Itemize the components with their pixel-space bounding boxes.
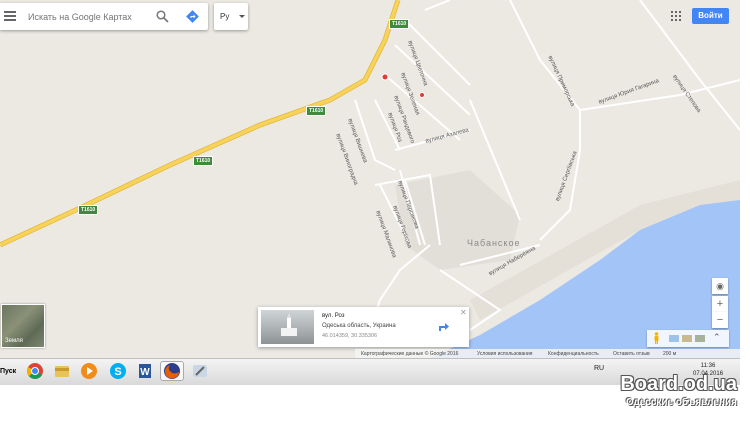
explorer-icon[interactable] xyxy=(52,361,72,381)
firefox-taskbar-item[interactable] xyxy=(160,361,184,381)
privacy-link[interactable]: Конфиденциальность xyxy=(548,351,599,357)
map-base-layer xyxy=(0,0,740,358)
feedback-link[interactable]: Оставить отзыв xyxy=(613,351,650,357)
map-footer: Картографические данные © Google 2016 Ус… xyxy=(355,349,740,358)
photo-thumb[interactable] xyxy=(669,335,679,342)
earth-toggle-label: Земля xyxy=(5,338,23,344)
menu-icon[interactable] xyxy=(4,11,16,21)
watermark-caption: Одесские объявления xyxy=(625,397,737,408)
search-icon[interactable] xyxy=(156,10,169,23)
language-button-label: Ру xyxy=(220,12,230,21)
photo-thumb[interactable] xyxy=(682,335,692,342)
map-pin-2 xyxy=(419,92,425,98)
highway xyxy=(0,0,400,247)
directions-icon[interactable] xyxy=(185,9,200,24)
village-label: Чабанское xyxy=(467,238,521,248)
skype-icon[interactable]: S xyxy=(108,361,128,381)
media-player-icon[interactable] xyxy=(79,361,99,381)
place-title: вул. Роз xyxy=(322,313,345,319)
map-canvas[interactable]: T1610 T1610 T1610 T1610 Чабанское вулиця… xyxy=(0,0,740,358)
place-coords: 46.014359, 30.335306 xyxy=(322,333,378,339)
place-info-card[interactable]: вул. Роз Одеська область, Украина 46.014… xyxy=(258,307,469,347)
clock-time: 11:36 xyxy=(700,363,716,369)
terms-link[interactable]: Условия использования xyxy=(477,351,533,357)
keyboard-language[interactable]: RU xyxy=(594,365,604,372)
place-photo[interactable] xyxy=(261,310,314,344)
start-button[interactable]: Пуск xyxy=(0,363,18,381)
photo-thumb[interactable] xyxy=(695,335,705,342)
route-icon[interactable] xyxy=(436,318,452,334)
word-icon[interactable]: W xyxy=(135,361,155,381)
language-button[interactable]: Ру xyxy=(214,3,248,30)
zoom-in-button[interactable]: + xyxy=(712,296,728,312)
street-view-panel: ⌃ xyxy=(647,330,729,347)
close-icon[interactable]: ✕ xyxy=(460,308,467,317)
watermark: Board.od.ua Одесские объявления xyxy=(597,373,739,411)
watermark-site: Board.od.ua xyxy=(620,373,737,395)
road-shield: T1610 xyxy=(306,106,327,116)
chevron-down-icon xyxy=(239,15,245,18)
earth-view-toggle[interactable]: Земля xyxy=(1,304,45,348)
road-shield: T1610 xyxy=(193,156,214,166)
road-shield: T1610 xyxy=(78,205,99,215)
tools-icon[interactable] xyxy=(190,361,210,381)
my-location-icon[interactable]: ◉ xyxy=(712,278,728,294)
map-pin-1 xyxy=(381,73,389,81)
search-box xyxy=(0,3,208,30)
apps-grid-icon[interactable] xyxy=(671,11,681,21)
map-data-label: Картографические данные © Google 2016 xyxy=(361,351,459,357)
chrome-icon[interactable] xyxy=(25,361,45,381)
pegman-icon[interactable] xyxy=(653,332,660,344)
zoom-out-button[interactable]: − xyxy=(712,312,728,328)
highway-outline xyxy=(0,0,401,248)
expand-icon[interactable]: ⌃ xyxy=(713,332,721,343)
search-input[interactable] xyxy=(26,8,154,26)
road-shield: T1610 xyxy=(389,19,410,29)
svg-text:S: S xyxy=(114,366,121,378)
place-address: Одеська область, Украина xyxy=(322,323,396,329)
svg-text:W: W xyxy=(140,367,150,378)
firefox-icon xyxy=(164,363,180,379)
signin-button[interactable]: Войти xyxy=(692,8,729,24)
scale-label[interactable]: 200 м xyxy=(663,351,676,357)
